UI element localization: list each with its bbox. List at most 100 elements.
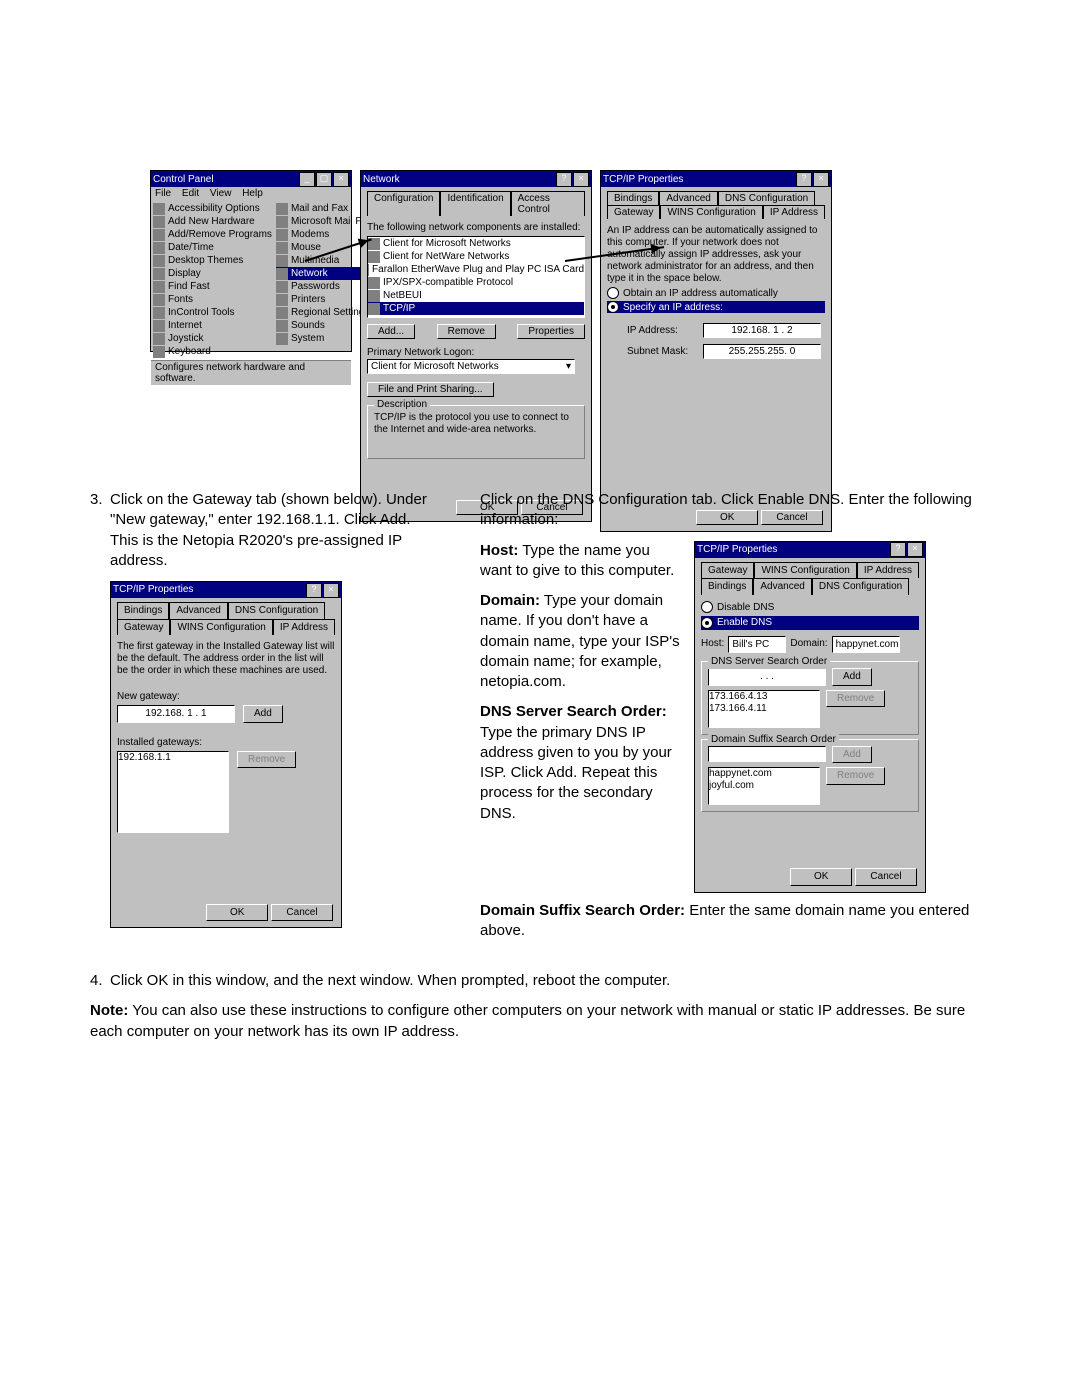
cp-item[interactable]: Internet (153, 319, 272, 332)
domain-input[interactable]: happynet.com (832, 636, 900, 654)
cp-item[interactable]: InControl Tools (153, 306, 272, 319)
close-icon[interactable]: × (907, 542, 923, 557)
menu-view[interactable]: View (210, 188, 232, 199)
tab-bindings[interactable]: Bindings (117, 602, 169, 619)
close-icon[interactable]: × (323, 583, 339, 598)
logon-select[interactable]: Client for Microsoft Networks▾ (367, 359, 575, 374)
add-button[interactable]: Add (243, 705, 283, 723)
dns-server-list[interactable]: 173.166.4.13 173.166.4.11 (708, 690, 820, 728)
help-icon[interactable]: ? (890, 542, 906, 557)
tab-dns-config[interactable]: DNS Configuration (228, 602, 325, 619)
installed-gateways-list[interactable]: 192.168.1.1 (117, 751, 229, 833)
subnet-mask-input[interactable]: 255.255.255. 0 (703, 344, 821, 359)
maximize-icon[interactable]: ▢ (316, 172, 332, 187)
radio-specify-ip[interactable]: Specify an IP address: (607, 301, 825, 313)
host-input[interactable]: Bill's PC (728, 636, 786, 654)
app-icon (276, 333, 288, 345)
close-icon[interactable]: × (333, 172, 349, 187)
remove-button[interactable]: Remove (437, 324, 496, 339)
tab-ipaddress[interactable]: IP Address (273, 619, 335, 636)
radio-enable-dns[interactable]: Enable DNS (701, 616, 919, 630)
tab-ipaddress[interactable]: IP Address (763, 205, 825, 219)
tab-gateway[interactable]: Gateway (117, 619, 170, 636)
tab-bindings[interactable]: Bindings (701, 578, 753, 595)
domain-suffix-input[interactable] (708, 746, 826, 762)
titlebar: Control Panel _ ▢ × (151, 171, 351, 187)
list-item[interactable]: happynet.com (709, 768, 819, 780)
cp-item[interactable]: Fonts (153, 293, 272, 306)
list-item[interactable]: joyful.com (709, 780, 819, 792)
cancel-button[interactable]: Cancel (271, 904, 333, 922)
components-list[interactable]: Client for Microsoft Networks Client for… (367, 236, 585, 318)
add-button[interactable]: Add... (367, 324, 415, 339)
tab-wins[interactable]: WINS Configuration (170, 619, 272, 636)
tab-wins[interactable]: WINS Configuration (754, 562, 856, 579)
cp-item[interactable]: Find Fast (153, 280, 272, 293)
list-item[interactable]: Client for NetWare Networks (368, 250, 584, 263)
remove-button[interactable]: Remove (237, 751, 296, 769)
tab-ipaddress[interactable]: IP Address (857, 562, 919, 579)
cp-item[interactable]: Date/Time (153, 241, 272, 254)
ok-button[interactable]: OK (790, 868, 852, 886)
tab-advanced[interactable]: Advanced (753, 578, 811, 595)
minimize-icon[interactable]: _ (299, 172, 315, 187)
list-item[interactable]: 192.168.1.1 (118, 752, 228, 764)
tab-dns-config[interactable]: DNS Configuration (718, 191, 815, 205)
list-item[interactable]: 173.166.4.11 (709, 703, 819, 715)
radio-obtain-auto[interactable]: Obtain an IP address automatically (607, 287, 825, 299)
titlebar: TCP/IP Properties ?× (111, 582, 341, 598)
menu-file[interactable]: File (155, 188, 171, 199)
cancel-button[interactable]: Cancel (855, 868, 917, 886)
remove-button[interactable]: Remove (826, 690, 885, 708)
tab-advanced[interactable]: Advanced (169, 602, 227, 619)
cp-item[interactable]: Accessibility Options (153, 202, 272, 215)
group-title: Description (374, 399, 430, 410)
radio-disable-dns[interactable]: Disable DNS (701, 601, 919, 615)
remove-button[interactable]: Remove (826, 767, 885, 785)
add-button[interactable]: Add (832, 746, 872, 764)
list-item[interactable]: Farallon EtherWave Plug and Play PC ISA … (368, 263, 584, 276)
tab-wins[interactable]: WINS Configuration (660, 205, 762, 219)
titlebar: Network ?× (361, 171, 591, 187)
menu-help[interactable]: Help (242, 188, 263, 199)
list-item[interactable]: IPX/SPX-compatible Protocol (368, 276, 584, 289)
add-button[interactable]: Add (832, 668, 872, 686)
app-icon (153, 242, 165, 254)
close-icon[interactable]: × (813, 172, 829, 187)
tab-advanced[interactable]: Advanced (659, 191, 717, 205)
tab-gateway[interactable]: Gateway (701, 562, 754, 579)
cp-item[interactable]: Joystick (153, 332, 272, 345)
menu-edit[interactable]: Edit (182, 188, 199, 199)
cp-item[interactable]: Display (153, 267, 272, 280)
ip-address-input[interactable]: 192.168. 1 . 2 (703, 323, 821, 338)
help-icon[interactable]: ? (556, 172, 572, 187)
file-print-sharing-button[interactable]: File and Print Sharing... (367, 382, 494, 397)
help-icon[interactable]: ? (306, 583, 322, 598)
tab-identification[interactable]: Identification (440, 191, 510, 216)
cp-item[interactable]: Keyboard (153, 345, 272, 358)
list-item[interactable]: 173.166.4.13 (709, 691, 819, 703)
close-icon[interactable]: × (573, 172, 589, 187)
dns-server-input[interactable]: . . . (708, 668, 826, 686)
ok-button[interactable]: OK (206, 904, 268, 922)
tab-gateway[interactable]: Gateway (607, 205, 660, 219)
new-gateway-input[interactable]: 192.168. 1 . 1 (117, 705, 235, 723)
host-heading: Host: (480, 542, 518, 559)
properties-button[interactable]: Properties (517, 324, 585, 339)
app-icon (276, 268, 288, 280)
list-item[interactable]: NetBEUI (368, 289, 584, 302)
cp-item[interactable]: Add New Hardware (153, 215, 272, 228)
step3-right: Click on the DNS Configuration tab. Clic… (480, 490, 990, 951)
list-item-tcpip[interactable]: TCP/IP (368, 302, 584, 315)
tab-access-control[interactable]: Access Control (511, 191, 585, 216)
cp-item[interactable]: Add/Remove Programs (153, 228, 272, 241)
cp-item[interactable]: Desktop Themes (153, 254, 272, 267)
domain-suffix-list[interactable]: happynet.com joyful.com (708, 767, 820, 805)
help-icon[interactable]: ? (796, 172, 812, 187)
titlebar: TCP/IP Properties ?× (601, 171, 831, 187)
tab-dns-config[interactable]: DNS Configuration (812, 578, 909, 595)
app-icon (153, 255, 165, 267)
tab-bindings[interactable]: Bindings (607, 191, 659, 205)
list-item[interactable]: Client for Microsoft Networks (368, 237, 584, 250)
tab-configuration[interactable]: Configuration (367, 191, 440, 216)
